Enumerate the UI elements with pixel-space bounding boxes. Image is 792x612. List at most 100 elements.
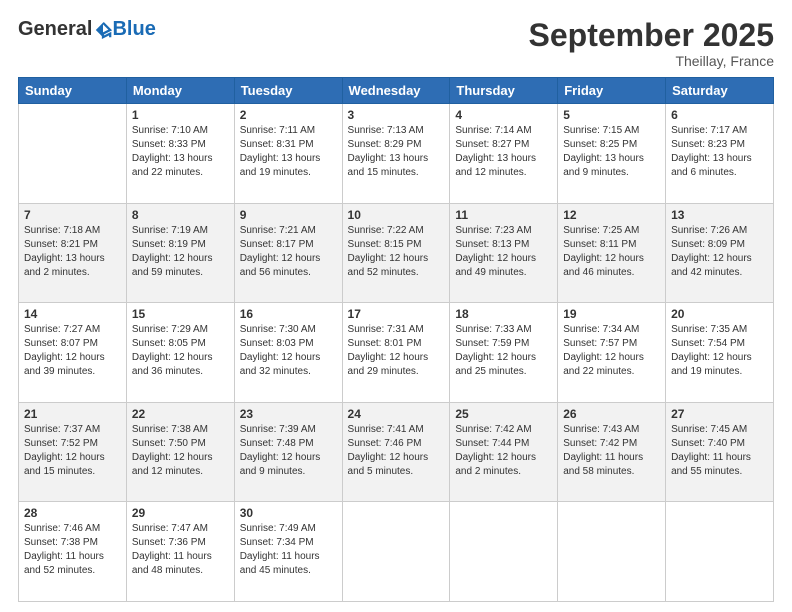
logo: General Blue xyxy=(18,18,156,41)
col-thursday: Thursday xyxy=(450,78,558,104)
day-info: Sunrise: 7:30 AMSunset: 8:03 PMDaylight:… xyxy=(240,323,337,379)
day-number: 6 xyxy=(671,108,768,122)
day-number: 21 xyxy=(24,407,121,421)
calendar-cell: 27 Sunrise: 7:45 AMSunset: 7:40 PMDayligh… xyxy=(666,402,774,502)
header: General Blue September 2025 Theillay, Fr… xyxy=(18,18,774,69)
day-info: Sunrise: 7:22 AMSunset: 8:15 PMDaylight:… xyxy=(348,224,445,280)
day-number: 1 xyxy=(132,108,229,122)
day-number: 22 xyxy=(132,407,229,421)
subtitle: Theillay, France xyxy=(529,53,774,69)
day-number: 18 xyxy=(455,307,552,321)
week-row-0: 1Sunrise: 7:10 AMSunset: 8:33 PMDaylight… xyxy=(19,104,774,204)
calendar-cell: 12Sunrise: 7:25 AMSunset: 8:11 PMDayligh… xyxy=(558,203,666,303)
week-row-1: 7 Sunrise: 7:18 AMSunset: 8:21 PMDaylight… xyxy=(19,203,774,303)
calendar-cell: 20 Sunrise: 7:35 AMSunset: 7:54 PMDayligh… xyxy=(666,303,774,403)
col-wednesday: Wednesday xyxy=(342,78,450,104)
day-number: 19 xyxy=(563,307,660,321)
day-number: 4 xyxy=(455,108,552,122)
calendar-header-row: Sunday Monday Tuesday Wednesday Thursday… xyxy=(19,78,774,104)
day-info: Sunrise: 7:23 AMSunset: 8:13 PMDaylight:… xyxy=(455,224,552,280)
day-number: 14 xyxy=(24,307,121,321)
day-number: 13 xyxy=(671,208,768,222)
calendar-cell xyxy=(19,104,127,204)
day-info: Sunrise: 7:26 AMSunset: 8:09 PMDaylight:… xyxy=(671,224,768,280)
day-info: Sunrise: 7:31 AMSunset: 8:01 PMDaylight:… xyxy=(348,323,445,379)
day-number: 12 xyxy=(563,208,660,222)
day-info: Sunrise: 7:41 AMSunset: 7:46 PMDaylight:… xyxy=(348,423,445,479)
day-info: Sunrise: 7:14 AMSunset: 8:27 PMDaylight:… xyxy=(455,124,552,180)
calendar-cell: 15 Sunrise: 7:29 AMSunset: 8:05 PMDayligh… xyxy=(126,303,234,403)
calendar-cell: 7 Sunrise: 7:18 AMSunset: 8:21 PMDaylight… xyxy=(19,203,127,303)
day-info: Sunrise: 7:39 AMSunset: 7:48 PMDaylight:… xyxy=(240,423,337,479)
calendar-cell: 10Sunrise: 7:22 AMSunset: 8:15 PMDayligh… xyxy=(342,203,450,303)
col-monday: Monday xyxy=(126,78,234,104)
calendar-table: Sunday Monday Tuesday Wednesday Thursday… xyxy=(18,77,774,602)
calendar-cell: 30Sunrise: 7:49 AMSunset: 7:34 PMDayligh… xyxy=(234,502,342,602)
day-number: 2 xyxy=(240,108,337,122)
day-number: 27 xyxy=(671,407,768,421)
calendar-cell: 28 Sunrise: 7:46 AMSunset: 7:38 PMDayligh… xyxy=(19,502,127,602)
calendar-cell: 29Sunrise: 7:47 AMSunset: 7:36 PMDayligh… xyxy=(126,502,234,602)
calendar-cell: 26Sunrise: 7:43 AMSunset: 7:42 PMDayligh… xyxy=(558,402,666,502)
calendar-cell: 25 Sunrise: 7:42 AMSunset: 7:44 PMDayligh… xyxy=(450,402,558,502)
day-info: Sunrise: 7:15 AMSunset: 8:25 PMDaylight:… xyxy=(563,124,660,180)
calendar-cell: 3 Sunrise: 7:13 AMSunset: 8:29 PMDaylight… xyxy=(342,104,450,204)
calendar-cell: 13 Sunrise: 7:26 AMSunset: 8:09 PMDayligh… xyxy=(666,203,774,303)
col-friday: Friday xyxy=(558,78,666,104)
day-number: 26 xyxy=(563,407,660,421)
day-number: 28 xyxy=(24,506,121,520)
day-info: Sunrise: 7:37 AMSunset: 7:52 PMDaylight:… xyxy=(24,423,121,479)
day-number: 8 xyxy=(132,208,229,222)
day-info: Sunrise: 7:19 AMSunset: 8:19 PMDaylight:… xyxy=(132,224,229,280)
calendar-cell: 6 Sunrise: 7:17 AMSunset: 8:23 PMDaylight… xyxy=(666,104,774,204)
day-info: Sunrise: 7:29 AMSunset: 8:05 PMDaylight:… xyxy=(132,323,229,379)
page: General Blue September 2025 Theillay, Fr… xyxy=(0,0,792,612)
calendar-cell: 19 Sunrise: 7:34 AMSunset: 7:57 PMDayligh… xyxy=(558,303,666,403)
calendar-cell xyxy=(342,502,450,602)
calendar-cell: 8 Sunrise: 7:19 AMSunset: 8:19 PMDaylight… xyxy=(126,203,234,303)
day-info: Sunrise: 7:17 AMSunset: 8:23 PMDaylight:… xyxy=(671,124,768,180)
day-info: Sunrise: 7:46 AMSunset: 7:38 PMDaylight:… xyxy=(24,522,121,578)
day-number: 25 xyxy=(455,407,552,421)
calendar-cell: 16 Sunrise: 7:30 AMSunset: 8:03 PMDayligh… xyxy=(234,303,342,403)
day-info: Sunrise: 7:27 AMSunset: 8:07 PMDaylight:… xyxy=(24,323,121,379)
calendar-cell: 14 Sunrise: 7:27 AMSunset: 8:07 PMDayligh… xyxy=(19,303,127,403)
day-number: 20 xyxy=(671,307,768,321)
day-number: 24 xyxy=(348,407,445,421)
week-row-2: 14 Sunrise: 7:27 AMSunset: 8:07 PMDayligh… xyxy=(19,303,774,403)
calendar-cell: 21 Sunrise: 7:37 AMSunset: 7:52 PMDayligh… xyxy=(19,402,127,502)
day-info: Sunrise: 7:33 AMSunset: 7:59 PMDaylight:… xyxy=(455,323,552,379)
day-number: 7 xyxy=(24,208,121,222)
title-area: September 2025 Theillay, France xyxy=(529,18,774,69)
day-number: 30 xyxy=(240,506,337,520)
day-info: Sunrise: 7:35 AMSunset: 7:54 PMDaylight:… xyxy=(671,323,768,379)
week-row-4: 28 Sunrise: 7:46 AMSunset: 7:38 PMDayligh… xyxy=(19,502,774,602)
col-sunday: Sunday xyxy=(19,78,127,104)
calendar-cell: 4 Sunrise: 7:14 AMSunset: 8:27 PMDaylight… xyxy=(450,104,558,204)
day-number: 17 xyxy=(348,307,445,321)
day-number: 23 xyxy=(240,407,337,421)
calendar-cell xyxy=(450,502,558,602)
day-info: Sunrise: 7:42 AMSunset: 7:44 PMDaylight:… xyxy=(455,423,552,479)
day-number: 3 xyxy=(348,108,445,122)
day-number: 16 xyxy=(240,307,337,321)
calendar-cell: 18 Sunrise: 7:33 AMSunset: 7:59 PMDayligh… xyxy=(450,303,558,403)
day-number: 5 xyxy=(563,108,660,122)
day-info: Sunrise: 7:13 AMSunset: 8:29 PMDaylight:… xyxy=(348,124,445,180)
day-info: Sunrise: 7:21 AMSunset: 8:17 PMDaylight:… xyxy=(240,224,337,280)
calendar-cell: 24 Sunrise: 7:41 AMSunset: 7:46 PMDayligh… xyxy=(342,402,450,502)
logo-blue-text: Blue xyxy=(112,18,155,41)
month-title: September 2025 xyxy=(529,18,774,53)
calendar-cell: 11Sunrise: 7:23 AMSunset: 8:13 PMDayligh… xyxy=(450,203,558,303)
day-number: 15 xyxy=(132,307,229,321)
day-info: Sunrise: 7:38 AMSunset: 7:50 PMDaylight:… xyxy=(132,423,229,479)
week-row-3: 21 Sunrise: 7:37 AMSunset: 7:52 PMDayligh… xyxy=(19,402,774,502)
logo-general-text: General xyxy=(18,18,92,41)
day-info: Sunrise: 7:18 AMSunset: 8:21 PMDaylight:… xyxy=(24,224,121,280)
day-info: Sunrise: 7:47 AMSunset: 7:36 PMDaylight:… xyxy=(132,522,229,578)
day-info: Sunrise: 7:34 AMSunset: 7:57 PMDaylight:… xyxy=(563,323,660,379)
day-info: Sunrise: 7:45 AMSunset: 7:40 PMDaylight:… xyxy=(671,423,768,479)
calendar-cell: 17 Sunrise: 7:31 AMSunset: 8:01 PMDayligh… xyxy=(342,303,450,403)
calendar-cell: 1Sunrise: 7:10 AMSunset: 8:33 PMDaylight… xyxy=(126,104,234,204)
day-number: 9 xyxy=(240,208,337,222)
